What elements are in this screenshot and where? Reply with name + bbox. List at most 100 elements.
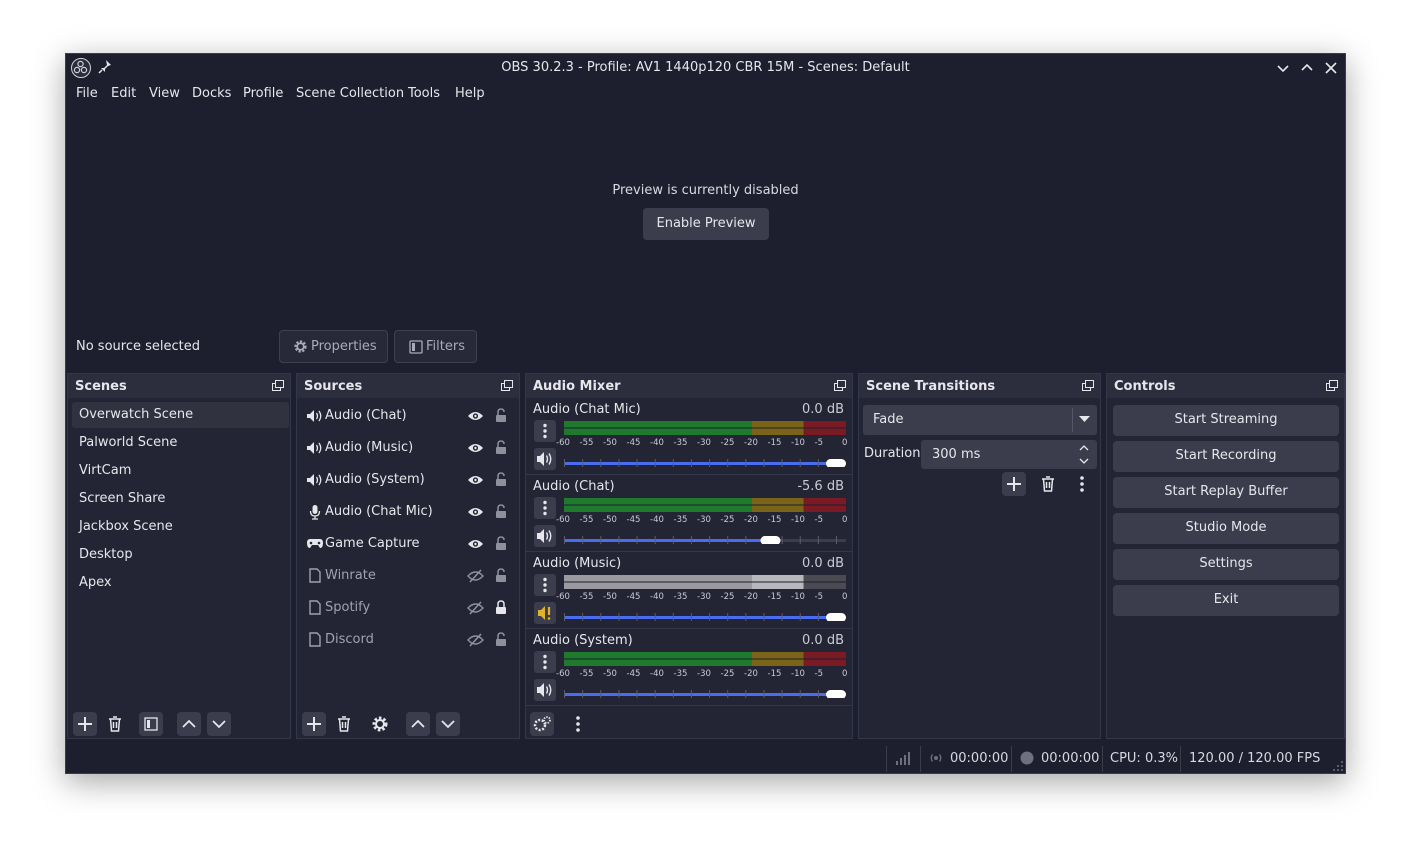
scene-item[interactable]: VirtCam bbox=[72, 458, 289, 484]
filters-button[interactable]: Filters bbox=[394, 330, 477, 363]
channel-name: Audio (Chat) bbox=[533, 479, 615, 494]
source-item[interactable]: Winrate bbox=[297, 562, 519, 590]
scene-item[interactable]: Desktop bbox=[72, 542, 289, 568]
menu-docks[interactable]: Docks bbox=[192, 86, 231, 101]
move-scene-down-button[interactable] bbox=[207, 712, 231, 736]
chevron-up-icon[interactable] bbox=[1078, 443, 1090, 452]
chevron-down-icon[interactable] bbox=[1078, 457, 1090, 466]
signal-strength-icon bbox=[896, 752, 910, 765]
channel-menu-button[interactable] bbox=[534, 574, 556, 596]
mixer-menu-button[interactable] bbox=[566, 712, 590, 736]
scene-item[interactable]: Jackbox Scene bbox=[72, 514, 289, 540]
move-source-up-button[interactable] bbox=[406, 712, 430, 736]
unlock-icon[interactable] bbox=[495, 536, 507, 551]
scene-item[interactable]: Overwatch Scene bbox=[72, 402, 289, 428]
move-scene-up-button[interactable] bbox=[177, 712, 201, 736]
undock-icon[interactable] bbox=[1326, 380, 1338, 391]
lock-icon[interactable] bbox=[495, 600, 507, 615]
unlock-icon[interactable] bbox=[495, 408, 507, 423]
channel-menu-button[interactable] bbox=[534, 420, 556, 442]
volume-fader[interactable] bbox=[564, 536, 846, 544]
add-scene-button[interactable] bbox=[73, 712, 97, 736]
properties-button[interactable]: Properties bbox=[279, 330, 388, 363]
remove-source-button[interactable] bbox=[332, 712, 356, 736]
fader-tick bbox=[564, 536, 565, 544]
source-item[interactable]: Game Capture bbox=[297, 530, 519, 558]
exit-button[interactable]: Exit bbox=[1113, 585, 1339, 616]
scene-item[interactable]: Apex bbox=[72, 570, 289, 596]
meter-tick-label: -15 bbox=[767, 592, 782, 602]
minimize-icon[interactable] bbox=[1274, 59, 1292, 77]
menu-help[interactable]: Help bbox=[455, 86, 485, 101]
channel-mute-button[interactable] bbox=[534, 525, 556, 547]
remove-scene-button[interactable] bbox=[103, 712, 127, 736]
add-source-button[interactable] bbox=[302, 712, 326, 736]
scene-item[interactable]: Palworld Scene bbox=[72, 430, 289, 456]
undock-icon[interactable] bbox=[834, 380, 846, 391]
source-properties-button[interactable] bbox=[368, 712, 392, 736]
channel-mute-button[interactable] bbox=[534, 602, 556, 624]
audio-mixer-title: Audio Mixer bbox=[533, 379, 621, 394]
menu-profile[interactable]: Profile bbox=[243, 86, 283, 101]
eye-icon[interactable] bbox=[467, 410, 484, 422]
source-item[interactable]: Discord bbox=[297, 626, 519, 654]
sources-dock: Sources Audio (Chat) Audio (Music) Audio… bbox=[296, 373, 520, 739]
move-source-down-button[interactable] bbox=[436, 712, 460, 736]
volume-fader[interactable] bbox=[564, 459, 846, 467]
studio-mode-button[interactable]: Studio Mode bbox=[1113, 513, 1339, 544]
scene-item[interactable]: Screen Share bbox=[72, 486, 289, 512]
maximize-icon[interactable] bbox=[1298, 59, 1316, 77]
undock-icon[interactable] bbox=[501, 380, 513, 391]
undock-icon[interactable] bbox=[272, 380, 284, 391]
eye-icon[interactable] bbox=[467, 538, 484, 550]
settings-button[interactable]: Settings bbox=[1113, 549, 1339, 580]
chevron-down-icon bbox=[441, 720, 455, 729]
undock-icon[interactable] bbox=[1082, 380, 1094, 391]
close-icon[interactable] bbox=[1322, 59, 1340, 77]
menu-tools[interactable]: Tools bbox=[408, 86, 440, 101]
eye-icon[interactable] bbox=[467, 506, 484, 518]
eye-hidden-icon[interactable] bbox=[467, 601, 484, 615]
source-item[interactable]: Audio (System) bbox=[297, 466, 519, 494]
scene-transitions-dock-header: Scene Transitions bbox=[859, 374, 1100, 398]
start-replay-buffer-button[interactable]: Start Replay Buffer bbox=[1113, 477, 1339, 508]
unlock-icon[interactable] bbox=[495, 472, 507, 487]
channel-mute-button[interactable] bbox=[534, 679, 556, 701]
unlock-icon[interactable] bbox=[495, 568, 507, 583]
menu-edit[interactable]: Edit bbox=[111, 86, 136, 101]
start-recording-button[interactable]: Start Recording bbox=[1113, 441, 1339, 472]
meter-tick-label: -45 bbox=[626, 669, 641, 679]
unlock-icon[interactable] bbox=[495, 632, 507, 647]
volume-fader[interactable] bbox=[564, 690, 846, 698]
unlock-icon[interactable] bbox=[495, 440, 507, 455]
channel-mute-button[interactable] bbox=[534, 448, 556, 470]
channel-db: -5.6 dB bbox=[797, 479, 844, 494]
transition-select[interactable]: Fade bbox=[863, 405, 1097, 435]
remove-transition-button[interactable] bbox=[1036, 472, 1060, 496]
source-item[interactable]: Spotify bbox=[297, 594, 519, 622]
source-item[interactable]: Audio (Music) bbox=[297, 434, 519, 462]
unlock-icon[interactable] bbox=[495, 504, 507, 519]
resize-grip-icon[interactable] bbox=[1332, 760, 1344, 772]
volume-fader[interactable] bbox=[564, 613, 846, 621]
menu-scene-collection[interactable]: Scene Collection bbox=[296, 86, 404, 101]
duration-spinbox[interactable]: 300 ms bbox=[921, 440, 1097, 469]
eye-icon[interactable] bbox=[467, 442, 484, 454]
start-streaming-button[interactable]: Start Streaming bbox=[1113, 405, 1339, 436]
source-item[interactable]: Audio (Chat Mic) bbox=[297, 498, 519, 526]
mixer-settings-button[interactable] bbox=[530, 712, 554, 736]
add-transition-button[interactable] bbox=[1002, 472, 1026, 496]
scene-filters-button[interactable] bbox=[139, 712, 163, 736]
enable-preview-button[interactable]: Enable Preview bbox=[643, 208, 769, 240]
meter-tick-label: -5 bbox=[814, 438, 823, 448]
meter-divider bbox=[564, 427, 846, 429]
source-item[interactable]: Audio (Chat) bbox=[297, 402, 519, 430]
eye-hidden-icon[interactable] bbox=[467, 633, 484, 647]
menu-file[interactable]: File bbox=[76, 86, 98, 101]
transition-menu-button[interactable] bbox=[1070, 472, 1094, 496]
channel-menu-button[interactable] bbox=[534, 651, 556, 673]
eye-hidden-icon[interactable] bbox=[467, 569, 484, 583]
eye-icon[interactable] bbox=[467, 474, 484, 486]
menu-view[interactable]: View bbox=[149, 86, 180, 101]
channel-menu-button[interactable] bbox=[534, 497, 556, 519]
